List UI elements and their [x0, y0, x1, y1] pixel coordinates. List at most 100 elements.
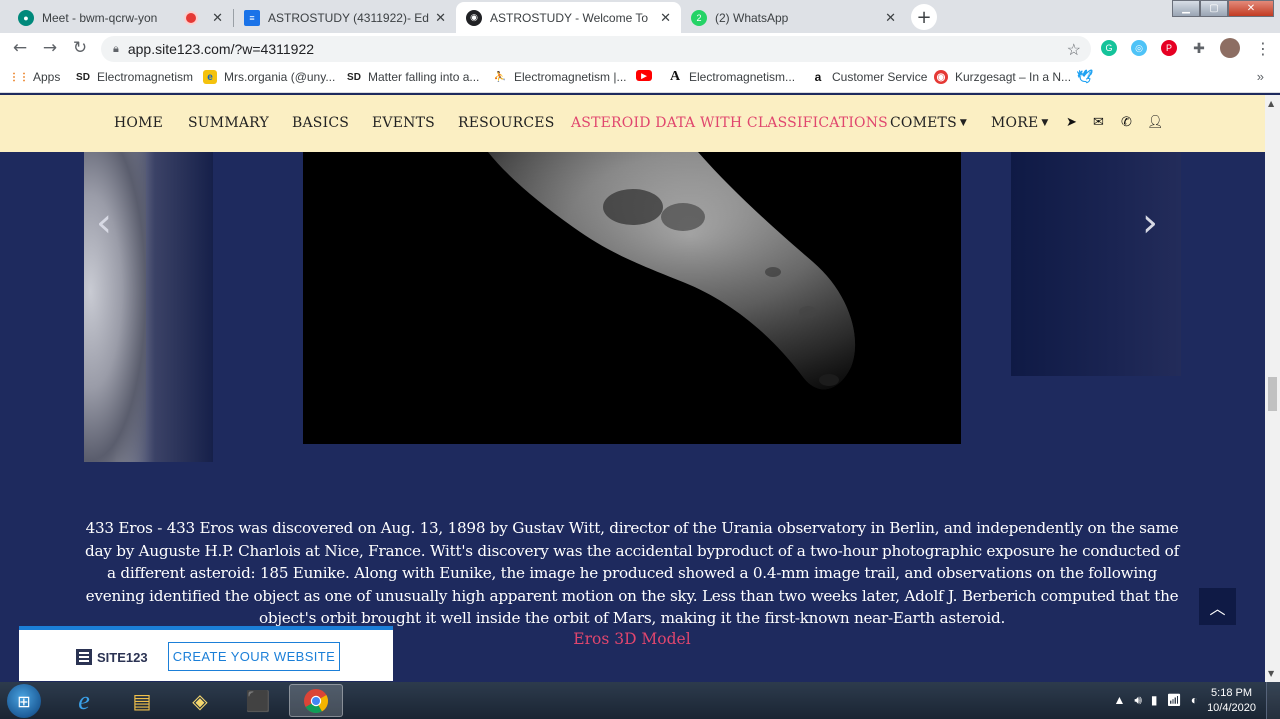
recording-icon — [186, 12, 197, 23]
caret-down-icon: ▼ — [1041, 118, 1049, 128]
nav-resources[interactable]: RESOURCES — [458, 115, 555, 131]
menu-kebab-icon[interactable]: ⋮ — [1255, 39, 1271, 58]
carousel-slide-previous — [84, 152, 213, 462]
browser-tab-strip: ● Meet - bwm-qcrw-yon ✕ ≡ ASTROSTUDY (43… — [0, 0, 1280, 33]
tab-astrostudy[interactable]: ◉ ASTROSTUDY - Welcome To ✕ — [456, 2, 681, 33]
bookmark-item[interactable]: ◉ Kurzgesagt – In a N... — [934, 70, 1071, 84]
bookmark-label: Apps — [33, 70, 61, 84]
bookmark-label: Customer Service — [832, 70, 928, 84]
adobe-reader-icon[interactable]: ⬛ — [231, 684, 285, 717]
bookmarks-bar: ⋮⋮ Apps SD Electromagnetism e Mrs.organi… — [0, 64, 1280, 93]
pinterest-icon[interactable]: P — [1161, 40, 1177, 56]
start-button[interactable]: ⊞ — [7, 684, 41, 718]
close-tab-icon[interactable]: ✕ — [212, 10, 223, 26]
url-text: app.site123.com/?w=4311922 — [127, 41, 315, 57]
grammarly-icon[interactable]: G — [1101, 40, 1117, 56]
tab-whatsapp[interactable]: 2 (2) WhatsApp ✕ — [681, 2, 906, 33]
address-bar[interactable]: 🔒︎ app.site123.com/?w=4311922 ☆ — [101, 36, 1091, 62]
tab-title: (2) WhatsApp — [715, 10, 789, 25]
tab-editor[interactable]: ≡ ASTROSTUDY (4311922)- Editor - ✕ — [234, 2, 456, 33]
site123-logo[interactable]: SITE123 — [76, 649, 148, 665]
clock-time: 5:18 PM — [1211, 687, 1253, 699]
tab-meet[interactable]: ● Meet - bwm-qcrw-yon ✕ — [8, 2, 233, 33]
lock-icon: 🔒︎ — [113, 42, 119, 55]
page-scrollbar[interactable]: ▲ ▼ — [1265, 95, 1280, 682]
close-tab-icon[interactable]: ✕ — [885, 10, 896, 26]
profile-avatar[interactable] — [1220, 38, 1240, 58]
bookmarks-overflow-icon[interactable]: » — [1257, 69, 1264, 84]
carousel-prev-arrow[interactable]: ‹ — [96, 200, 112, 246]
file-explorer-icon[interactable]: ▤ — [115, 684, 169, 717]
close-window-button[interactable]: ✕ — [1228, 0, 1274, 17]
bookmark-item[interactable]: e Mrs.organia (@uny... — [203, 70, 335, 84]
nav-comets[interactable]: COMETS ▼ — [890, 115, 967, 131]
back-to-top-button[interactable]: ︿ — [1199, 588, 1236, 625]
bookmark-item[interactable]: SD Matter falling into a... — [347, 70, 479, 84]
power-icon[interactable]: ▮ — [1151, 693, 1158, 708]
site123-banner: SITE123 CREATE YOUR WEBSITE — [19, 626, 393, 681]
nav-basics[interactable]: BASICS — [292, 115, 349, 131]
network-icon[interactable]: ◐ — [1191, 693, 1198, 708]
bookmark-label: Mrs.organia (@uny... — [224, 70, 336, 84]
bookmark-item[interactable]: ⛹ Electromagnetism |... — [493, 70, 627, 84]
windows-logo-icon: ⊞ — [17, 691, 31, 711]
back-icon[interactable]: ← — [9, 37, 31, 59]
carousel-next-arrow[interactable]: › — [1142, 200, 1158, 246]
send-icon[interactable]: ➤ — [1066, 115, 1077, 130]
forward-icon[interactable]: → — [39, 37, 61, 59]
scroll-up-icon[interactable]: ▲ — [1268, 99, 1274, 108]
scrollbar-thumb[interactable] — [1268, 377, 1277, 411]
eros-photo-svg — [303, 152, 961, 444]
bookmark-item[interactable]: A Electromagnetism... — [668, 69, 795, 84]
internet-explorer-icon[interactable]: e — [57, 684, 111, 717]
reload-icon[interactable]: ↻ — [69, 37, 91, 59]
signal-icon[interactable]: 📶︎ — [1167, 693, 1182, 708]
nav-more[interactable]: MORE ▼ — [991, 115, 1049, 131]
chrome-taskbar-icon[interactable] — [289, 684, 343, 717]
youtube-icon: ▶ — [636, 70, 652, 81]
create-website-button[interactable]: CREATE YOUR WEBSITE — [168, 642, 340, 671]
site123-editor-icon: ≡ — [244, 9, 260, 26]
system-tray: ▲ 🔊︎ ▮ 📶︎ ◐ — [1113, 693, 1198, 708]
scroll-down-icon[interactable]: ▼ — [1268, 669, 1274, 678]
bookmark-item[interactable]: 🕊︎ — [1077, 69, 1099, 84]
volume-icon[interactable]: 🔊︎ — [1134, 693, 1142, 708]
browser-toolbar: ← → ↻ 🔒︎ app.site123.com/?w=4311922 ☆ G … — [0, 33, 1280, 64]
apps-grid-icon: ⋮⋮ — [9, 71, 29, 83]
minimize-button[interactable]: ▁ — [1172, 0, 1200, 17]
bookmark-item[interactable]: SD Electromagnetism — [76, 70, 193, 84]
show-desktop-button[interactable] — [1266, 682, 1280, 719]
kurzgesagt-icon: ◉ — [934, 70, 948, 84]
nav-home[interactable]: HOME — [114, 115, 163, 131]
windows-taskbar: ⊞ e ▤ ◈ ⬛ ▲ 🔊︎ ▮ 📶︎ ◐ 5:18 PM 10/4/2020 — [0, 682, 1280, 719]
tab-title: Meet - bwm-qcrw-yon — [42, 10, 158, 25]
phone-icon[interactable]: ✆ — [1121, 115, 1132, 130]
sd-icon: SD — [76, 71, 90, 83]
envelope-icon[interactable]: ✉ — [1093, 115, 1104, 130]
system-clock[interactable]: 5:18 PM 10/4/2020 — [1207, 686, 1256, 716]
extensions-puzzle-icon[interactable]: ✚ — [1191, 40, 1207, 56]
extension-icon[interactable]: ◎ — [1131, 40, 1147, 56]
new-tab-button[interactable]: + — [911, 4, 937, 30]
nav-events[interactable]: EVENTS — [372, 115, 435, 131]
bookmark-item[interactable]: ▶ — [636, 70, 659, 81]
tab-title: ASTROSTUDY (4311922)- Editor - — [268, 10, 429, 25]
asteroid-eros-image — [303, 152, 961, 444]
user-icon[interactable]: 👤︎ — [1147, 115, 1164, 130]
window-controls: ▁ ▢ ✕ — [1172, 0, 1274, 17]
sd-icon: SD — [347, 71, 361, 83]
sticky-notes-icon[interactable]: ◈ — [173, 684, 227, 717]
close-tab-icon[interactable]: ✕ — [660, 10, 671, 26]
bookmark-label: Electromagnetism |... — [514, 70, 627, 84]
bookmark-apps[interactable]: ⋮⋮ Apps — [9, 70, 61, 84]
edge-e-icon: e — [203, 70, 217, 84]
site-navigation: HOME SUMMARY BASICS EVENTS RESOURCES AST… — [0, 95, 1265, 152]
close-tab-icon[interactable]: ✕ — [435, 10, 446, 26]
bookmark-star-icon[interactable]: ☆ — [1067, 40, 1081, 60]
asteroid-description: 433 Eros - 433 Eros was discovered on Au… — [85, 519, 1179, 627]
maximize-button[interactable]: ▢ — [1200, 0, 1228, 17]
nav-summary[interactable]: SUMMARY — [188, 115, 269, 131]
nav-asteroid-data[interactable]: ASTEROID DATA WITH CLASSIFICATIONS — [571, 115, 888, 131]
bookmark-item[interactable]: a Customer Service — [811, 70, 928, 84]
tray-expand-icon[interactable]: ▲ — [1113, 693, 1125, 708]
